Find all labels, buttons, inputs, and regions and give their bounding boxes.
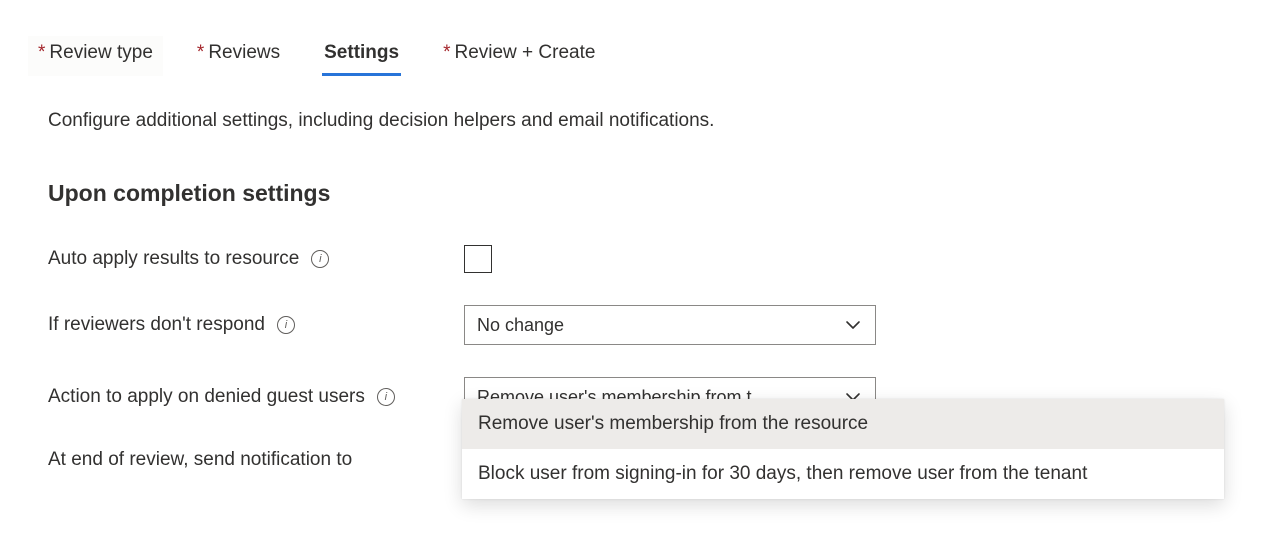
- tab-label: Reviews: [208, 42, 280, 63]
- select-value: No change: [477, 315, 564, 336]
- field-label: Auto apply results to resource: [48, 248, 299, 270]
- tabs-bar: *Review type *Reviews Settings *Review +…: [28, 36, 1254, 76]
- tab-label: Review + Create: [454, 42, 595, 63]
- label-cell: Auto apply results to resource i: [48, 248, 464, 270]
- label-cell: At end of review, send notification to: [48, 449, 464, 471]
- label-cell: Action to apply on denied guest users i: [48, 386, 464, 408]
- info-icon[interactable]: i: [311, 250, 329, 268]
- label-cell: If reviewers don't respond i: [48, 314, 464, 336]
- info-icon[interactable]: i: [377, 388, 395, 406]
- tab-reviews[interactable]: *Reviews: [187, 36, 290, 76]
- tab-review-create[interactable]: *Review + Create: [433, 36, 605, 76]
- chevron-down-icon: [843, 315, 863, 335]
- required-asterisk: *: [443, 42, 450, 63]
- field-label: If reviewers don't respond: [48, 314, 265, 336]
- tab-review-type[interactable]: *Review type: [28, 36, 163, 76]
- tab-settings[interactable]: Settings: [314, 36, 409, 76]
- tab-label: Settings: [324, 42, 399, 63]
- info-icon[interactable]: i: [277, 316, 295, 334]
- dropdown-option[interactable]: Remove user's membership from the resour…: [462, 399, 1224, 449]
- dropdown-option[interactable]: Block user from signing-in for 30 days, …: [462, 449, 1224, 499]
- required-asterisk: *: [38, 42, 45, 63]
- row-if-reviewers: If reviewers don't respond i No change: [48, 305, 1254, 345]
- required-asterisk: *: [197, 42, 204, 63]
- tab-label: Review type: [49, 42, 153, 63]
- row-auto-apply-results: Auto apply results to resource i: [48, 245, 1254, 273]
- denied-guest-action-dropdown: Remove user's membership from the resour…: [462, 399, 1224, 499]
- page-description: Configure additional settings, including…: [48, 110, 1254, 132]
- field-label: Action to apply on denied guest users: [48, 386, 365, 408]
- section-heading: Upon completion settings: [48, 180, 1254, 207]
- field-label: At end of review, send notification to: [48, 449, 352, 471]
- auto-apply-checkbox[interactable]: [464, 245, 492, 273]
- if-reviewers-select[interactable]: No change: [464, 305, 876, 345]
